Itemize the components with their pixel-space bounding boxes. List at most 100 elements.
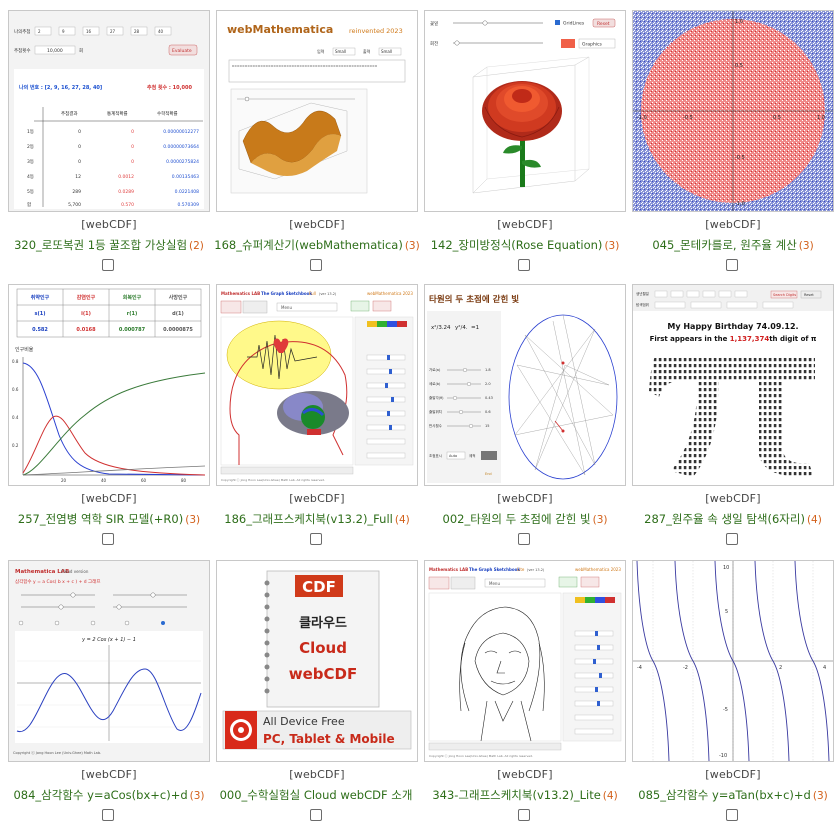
card-title-text[interactable]: 186_그래프스케치북(v13.2)_Full [224, 512, 393, 526]
svg-text:1.8: 1.8 [485, 368, 491, 372]
card-title-text[interactable]: 287_원주율 속 생일 탐색(6자리) [644, 512, 805, 526]
select-checkbox[interactable] [310, 809, 322, 821]
card-title[interactable]: 002_타원의 두 초점에 갇힌 빛 (3) [418, 511, 632, 527]
card-title[interactable]: 186_그래프스케치북(v13.2)_Full (4) [210, 511, 424, 527]
svg-text:나의추첨: 나의추첨 [14, 28, 31, 35]
svg-text:0.0168: 0.0168 [76, 327, 96, 333]
svg-text:회: 회 [79, 47, 83, 54]
svg-text:Cloud: Cloud [299, 639, 347, 657]
card-title[interactable]: 045_몬테카를로, 원주율 계산 (3) [626, 237, 840, 253]
svg-text:webMathematica 2023: webMathematica 2023 [575, 567, 621, 572]
card-thumbnail[interactable]: -4 -2 2 4 10 5 -5 -10 [632, 560, 834, 762]
svg-text:webCDF: webCDF [289, 665, 357, 683]
card-title[interactable]: 084_삼각함수 y=aCos(bx+c)+d (3) [2, 787, 216, 803]
svg-text:End: End [485, 472, 492, 476]
card-title[interactable]: 320_로또복권 1등 꿀조합 가상실험 (2) [2, 237, 216, 253]
svg-text:Full: Full [309, 291, 316, 296]
card-title-text[interactable]: 085_삼각함수 y=aTan(bx+c)+d [638, 788, 811, 802]
svg-text:취약인구: 취약인구 [31, 294, 50, 301]
card-title[interactable]: 142_장미방정식(Rose Equation) (3) [418, 237, 632, 253]
card-title-text[interactable]: 168_슈퍼계산기(webMathematica) [214, 238, 403, 252]
svg-text:출발위치: 출발위치 [429, 409, 442, 414]
sir-model-thumbnail: 취약인구 감염인구 회복인구 사망인구 s(1) i(1) r(1) d(1) … [9, 285, 209, 485]
card-title-text[interactable]: 045_몬테카를로, 원주율 계산 [652, 238, 796, 252]
card-title-text[interactable]: 142_장미방정식(Rose Equation) [431, 238, 603, 252]
select-checkbox[interactable] [518, 533, 530, 545]
svg-text:Search Digits: Search Digits [773, 293, 796, 297]
svg-text:All Device Free: All Device Free [263, 715, 345, 728]
card-title[interactable]: 257_전염병 역학 SIR 모델(+R0) (3) [2, 511, 216, 527]
select-checkbox[interactable] [102, 259, 114, 271]
card-thumbnail[interactable]: CDF 클라우드 Cloud webCDF All Device Free PC… [216, 560, 418, 762]
card-thumbnail[interactable]: -1.0 -0.5 0.5 1.0 1.0 0.5 -0.5 -1.0 [632, 10, 834, 212]
svg-text:Mathematics LAB: Mathematics LAB [221, 291, 260, 296]
rose-equation-thumbnail: 꽃잎 회전 GridLines Reset Graphics [425, 11, 625, 211]
card-category: [webCDF] [81, 218, 137, 231]
svg-text:-0.5: -0.5 [683, 115, 693, 121]
card-title-text[interactable]: 343-그래프스케치북(v13.2)_Lite [432, 788, 600, 802]
card-thumbnail[interactable]: 꽃잎 회전 GridLines Reset Graphics [424, 10, 626, 212]
select-checkbox[interactable] [102, 533, 114, 545]
svg-text:0.5: 0.5 [773, 115, 781, 121]
svg-text:0.6: 0.6 [485, 410, 491, 414]
svg-text:=1: =1 [471, 325, 479, 331]
svg-text:My Happy Birthday 74.09.12.: My Happy Birthday 74.09.12. [667, 322, 798, 331]
svg-text:webMathematica 2023: webMathematica 2023 [367, 291, 413, 296]
svg-text:-2: -2 [683, 665, 688, 671]
svg-text:3등: 3등 [27, 159, 34, 165]
card-thumbnail[interactable]: Mathematics LAB The Graph Sketchbook Lit… [424, 560, 626, 762]
select-checkbox[interactable] [726, 259, 738, 271]
select-checkbox[interactable] [102, 809, 114, 821]
card-count: (3) [592, 514, 608, 526]
svg-text:출발각(θ): 출발각(θ) [429, 395, 444, 400]
card-title[interactable]: 287_원주율 속 생일 탐색(6자리) (4) [626, 511, 840, 527]
card-thumbnail[interactable]: 나의추첨 2 9 16 27 28 40 추첨횟수 10,000 회 Evalu… [8, 10, 210, 212]
svg-text:2등: 2등 [27, 144, 34, 150]
svg-text:0.0012: 0.0012 [118, 174, 134, 180]
card-title[interactable]: 343-그래프스케치북(v13.2)_Lite (4) [418, 787, 632, 803]
svg-text:First appears in the 1,137,374: First appears in the 1,137,374th digit o… [650, 335, 817, 343]
card-count: (3) [798, 240, 814, 252]
svg-text:5: 5 [725, 609, 728, 615]
svg-text:0.570: 0.570 [121, 202, 134, 208]
svg-text:20: 20 [61, 478, 67, 483]
card-thumbnail[interactable]: Mathematica LAB Cloud version 삼각함수 y = a… [8, 560, 210, 762]
card-title-text[interactable]: 084_삼각함수 y=aCos(bx+c)+d [13, 788, 187, 802]
select-checkbox[interactable] [518, 259, 530, 271]
svg-text:삼각함수 y = a Cos( b x + c ) + d: 삼각함수 y = a Cos( b x + c ) + d 그래프 [15, 578, 100, 585]
card-title-text[interactable]: 002_타원의 두 초점에 갇힌 빛 [443, 512, 591, 526]
card-title-text[interactable]: 000_수학실험실 Cloud webCDF 소개 [220, 788, 413, 802]
card-thumbnail[interactable]: 생년월일 탐색범위 Search Digits Reset My Happy B… [632, 284, 834, 486]
card-category: [webCDF] [705, 492, 761, 505]
card-category: [webCDF] [705, 218, 761, 231]
svg-text:Small: Small [335, 49, 346, 54]
card-title-text[interactable]: 257_전염병 역학 SIR 모델(+R0) [18, 512, 183, 526]
svg-text:-4: -4 [637, 665, 642, 671]
select-checkbox[interactable] [726, 533, 738, 545]
card-title[interactable]: 085_삼각함수 y=aTan(bx+c)+d (3) [626, 787, 840, 803]
select-checkbox[interactable] [310, 533, 322, 545]
card-title[interactable]: 000_수학실험실 Cloud webCDF 소개 [210, 787, 424, 803]
card-thumbnail[interactable]: Mathematics LAB The Graph Sketchbook Ful… [216, 284, 418, 486]
card-category: [webCDF] [289, 492, 345, 505]
select-checkbox[interactable] [726, 809, 738, 821]
svg-text:0.5: 0.5 [735, 63, 743, 69]
svg-text:클라우드: 클라우드 [299, 615, 347, 631]
cosine-graph-thumbnail: Mathematica LAB Cloud version 삼각함수 y = a… [9, 561, 209, 761]
svg-text:회전: 회전 [430, 40, 438, 47]
card-title-text[interactable]: 320_로또복권 1등 꿀조합 가상실험 [14, 238, 187, 252]
svg-text:-10: -10 [719, 753, 727, 759]
card-title[interactable]: 168_슈퍼계산기(webMathematica) (3) [210, 237, 424, 253]
svg-text:반사횟수: 반사횟수 [429, 423, 443, 428]
card-count: (3) [185, 514, 201, 526]
svg-text:-0.5: -0.5 [735, 155, 745, 161]
card-thumbnail[interactable]: 타원의 두 초점에 갇힌 빛 x²/3.24 y²/4. =1 가로(a) 세로… [424, 284, 626, 486]
card-thumbnail[interactable]: webMathematica reinvented 2023 입력 Small … [216, 10, 418, 212]
monte-carlo-pi-thumbnail: -1.0 -0.5 0.5 1.0 1.0 0.5 -0.5 -1.0 [633, 11, 833, 211]
svg-text:나의 번호 : [2, 9, 16, 27, 28, 40]: 나의 번호 : [2, 9, 16, 27, 28, 40] [19, 84, 102, 91]
select-checkbox[interactable] [310, 259, 322, 271]
svg-text:4등: 4등 [27, 174, 34, 180]
svg-text:가로(a): 가로(a) [429, 367, 441, 372]
card-thumbnail[interactable]: 취약인구 감염인구 회복인구 사망인구 s(1) i(1) r(1) d(1) … [8, 284, 210, 486]
select-checkbox[interactable] [518, 809, 530, 821]
